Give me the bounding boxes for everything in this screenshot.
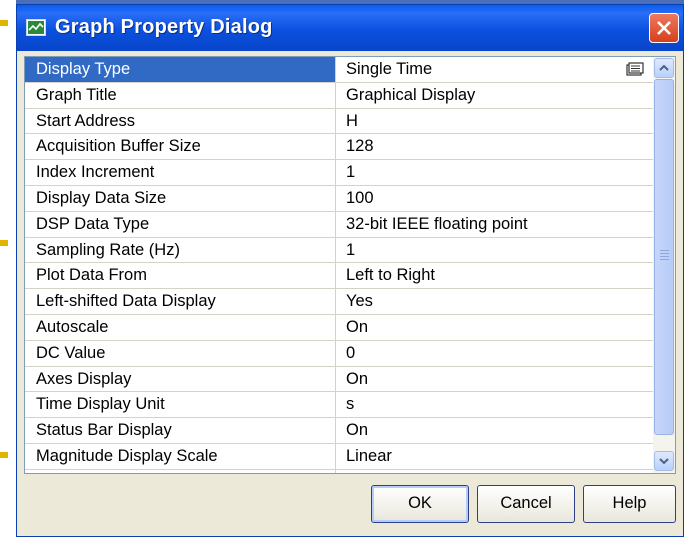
property-value[interactable]: Left to Right	[336, 263, 654, 288]
property-name: Status Bar Display	[25, 418, 336, 443]
property-name: Display Data Size	[25, 185, 336, 211]
property-value[interactable]: 1	[336, 160, 654, 185]
vertical-scrollbar[interactable]	[653, 57, 675, 473]
property-name: Plot Data From	[25, 263, 336, 289]
property-value[interactable]: Yes	[336, 289, 654, 314]
property-name: Time Display Unit	[25, 392, 336, 418]
property-value[interactable]: 32-bit IEEE floating point	[336, 212, 654, 237]
background-marker	[0, 452, 8, 458]
property-name: Axes Display	[25, 366, 336, 392]
background-marker	[0, 240, 8, 246]
property-name: Data Plot Style	[25, 469, 336, 473]
scroll-down-button[interactable]	[654, 451, 674, 471]
property-row[interactable]: Sampling Rate (Hz) 1	[25, 237, 654, 264]
property-value[interactable]: H	[336, 109, 654, 134]
property-row[interactable]: Axes Display On	[25, 366, 654, 393]
help-button[interactable]: Help	[583, 485, 676, 523]
property-value[interactable]: 100	[336, 186, 654, 211]
close-button[interactable]	[649, 13, 679, 43]
scroll-thumb[interactable]	[654, 79, 674, 435]
property-row[interactable]: Left-shifted Data Display Yes	[25, 289, 654, 315]
property-row[interactable]: DSP Data Type 32-bit IEEE floating point	[25, 211, 654, 238]
property-name: Index Increment	[25, 160, 336, 185]
property-name: DC Value	[25, 340, 336, 366]
property-name: Magnitude Display Scale	[25, 443, 336, 469]
property-name: Display Type	[25, 57, 336, 82]
property-value[interactable]: Single Time	[336, 57, 654, 82]
property-grid[interactable]: Display Type Single Time Graph Title Graphi…	[24, 56, 676, 474]
ok-button[interactable]: OK	[371, 485, 469, 523]
property-value[interactable]: s	[336, 392, 654, 417]
property-name: Sampling Rate (Hz)	[25, 237, 336, 263]
background-marker	[0, 20, 8, 26]
property-row[interactable]: Magnitude Display Scale Linear	[25, 443, 654, 470]
chevron-up-icon	[659, 64, 669, 71]
property-row[interactable]: Status Bar Display On	[25, 418, 654, 444]
property-name: Autoscale	[25, 314, 336, 340]
title-bar[interactable]: Graph Property Dialog	[17, 5, 683, 51]
property-row[interactable]: Graph Title Graphical Display	[25, 82, 654, 109]
property-row[interactable]: Time Display Unit s	[25, 392, 654, 419]
property-value[interactable]: Linear	[336, 444, 654, 469]
property-name: Left-shifted Data Display	[25, 289, 336, 314]
property-name: Start Address	[25, 108, 336, 134]
graph-app-icon	[26, 19, 46, 36]
scroll-up-button[interactable]	[654, 58, 674, 78]
property-value[interactable]: 0	[336, 341, 654, 366]
property-row[interactable]: Plot Data From Left to Right	[25, 263, 654, 290]
property-row[interactable]: Index Increment 1	[25, 160, 654, 186]
property-value[interactable]: Line	[336, 470, 654, 474]
property-row[interactable]: DC Value 0	[25, 340, 654, 367]
property-row[interactable]: Acquisition Buffer Size 128	[25, 134, 654, 161]
close-icon	[657, 21, 671, 35]
property-row[interactable]: Display Type Single Time	[25, 57, 654, 83]
property-name: Acquisition Buffer Size	[25, 134, 336, 160]
property-name: DSP Data Type	[25, 211, 336, 237]
property-value[interactable]: On	[336, 418, 654, 443]
property-row[interactable]: Data Plot StyleLine	[25, 469, 654, 474]
property-value[interactable]: Graphical Display	[336, 83, 654, 108]
property-value[interactable]: 1	[336, 238, 654, 263]
property-value[interactable]: On	[336, 315, 654, 340]
property-rows: Display Type Single Time Graph Title Graphi…	[25, 57, 654, 474]
dropdown-list-icon[interactable]	[626, 62, 644, 77]
window-title: Graph Property Dialog	[55, 16, 273, 38]
property-name: Graph Title	[25, 82, 336, 108]
property-row[interactable]: Display Data Size 100	[25, 185, 654, 212]
cancel-button[interactable]: Cancel	[477, 485, 575, 523]
graph-property-dialog: Graph Property Dialog Display Type Single…	[16, 4, 684, 537]
property-value[interactable]: 128	[336, 134, 654, 159]
property-value[interactable]: On	[336, 367, 654, 392]
chevron-down-icon	[659, 458, 669, 465]
property-row[interactable]: Start Address H	[25, 108, 654, 135]
property-row[interactable]: Autoscale On	[25, 314, 654, 341]
